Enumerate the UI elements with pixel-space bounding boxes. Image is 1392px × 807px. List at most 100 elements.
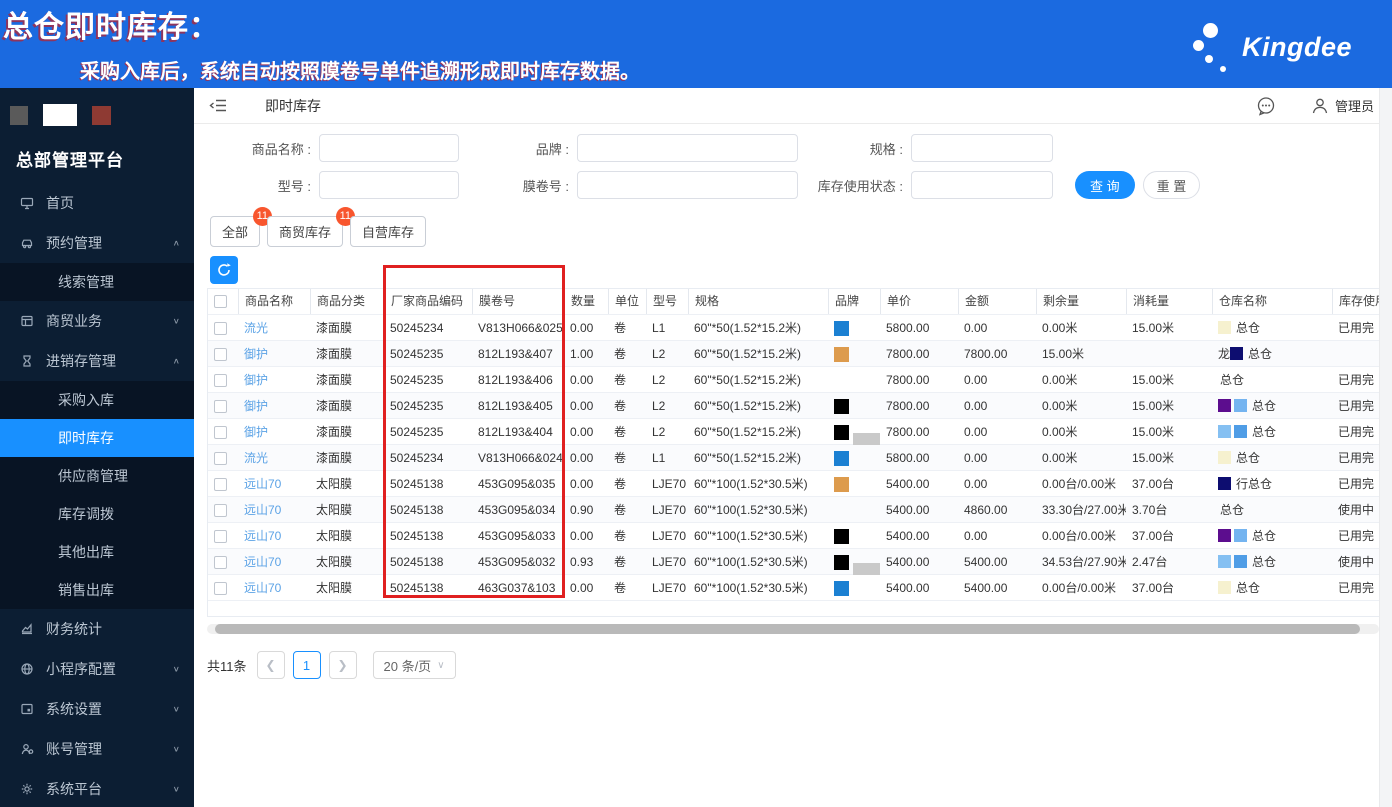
select-all-checkbox[interactable]: [214, 295, 227, 309]
tab-自营库存[interactable]: 自营库存: [350, 216, 427, 247]
current-page-button[interactable]: 1: [292, 651, 321, 679]
sidebar-logo: [0, 88, 194, 136]
table-row: 御护 漆面膜 50245235 812L193&404 0.00 卷 L2 60"*50(1.…: [208, 418, 1379, 445]
sidebar-item-供应商管理[interactable]: 供应商管理: [0, 457, 194, 495]
sidebar-item-财务统计[interactable]: 财务统计: [0, 609, 194, 649]
product-name-input[interactable]: [319, 134, 459, 162]
cell-brand: [828, 445, 880, 471]
next-page-button[interactable]: ❯: [328, 651, 357, 679]
cell-category: 漆面膜: [316, 346, 353, 361]
toolbar: 即时库存 管理员: [194, 88, 1392, 124]
cell-stock-status: 已用完: [1338, 424, 1375, 439]
cell-unit: 卷: [614, 424, 627, 439]
sidebar-item-预约管理[interactable]: 预约管理 ∧: [0, 223, 194, 263]
cell-consumed: 15.00米: [1132, 320, 1175, 335]
sidebar-item-进销存管理[interactable]: 进销存管理 ∧: [0, 341, 194, 381]
cell-spec: 60"*100(1.52*30.5米): [694, 476, 808, 491]
cell-brand: [828, 471, 880, 497]
cell-model: L2: [652, 346, 666, 361]
vertical-scrollbar[interactable]: [1379, 88, 1392, 807]
product-name-link[interactable]: 流光: [244, 321, 268, 335]
cell-warehouse: 总仓: [1212, 393, 1332, 419]
stock-status-input[interactable]: [911, 171, 1053, 199]
product-name-link[interactable]: 远山70: [244, 555, 281, 569]
sidebar-item-label: 采购入库: [58, 392, 114, 408]
query-button[interactable]: 查 询: [1075, 171, 1135, 199]
refresh-button[interactable]: [210, 256, 238, 284]
row-checkbox[interactable]: [214, 451, 227, 465]
sidebar-item-即时库存[interactable]: 即时库存: [0, 419, 194, 457]
product-name-link[interactable]: 远山70: [244, 503, 281, 517]
menu-fold-icon[interactable]: [209, 98, 229, 114]
cell-remaining: 0.00米: [1042, 320, 1078, 335]
sidebar-item-系统设置[interactable]: 系统设置 ∨: [0, 689, 194, 729]
row-checkbox[interactable]: [214, 581, 227, 595]
message-icon[interactable]: [1255, 95, 1277, 117]
sidebar-item-label: 供应商管理: [58, 468, 128, 484]
product-name-link[interactable]: 御护: [244, 425, 268, 439]
prev-page-button[interactable]: ❮: [256, 651, 285, 679]
desktop-icon: [20, 195, 36, 211]
cell-consumed: 3.70台: [1132, 502, 1168, 517]
row-checkbox[interactable]: [214, 425, 227, 439]
row-checkbox[interactable]: [214, 477, 227, 491]
row-checkbox[interactable]: [214, 373, 227, 387]
cell-qty: 0.00: [570, 528, 594, 543]
cell-factory-code: 50245138: [390, 528, 444, 543]
cell-roll-no: 812L193&407: [478, 346, 553, 361]
sidebar-item-首页[interactable]: 首页: [0, 183, 194, 223]
row-checkbox[interactable]: [214, 503, 227, 517]
cell-brand: [828, 315, 880, 341]
table-row: 远山70 太阳膜 50245138 453G095&034 0.90 卷 LJE70 60"*…: [208, 496, 1379, 522]
spec-input[interactable]: [911, 134, 1053, 162]
reset-button[interactable]: 重 置: [1142, 171, 1201, 199]
column-header: 单价: [880, 289, 958, 314]
tab-全部[interactable]: 全部 11: [210, 207, 273, 247]
column-header: 库存使用状态: [1332, 289, 1379, 314]
kingdee-wordmark: Kingdee: [1241, 31, 1352, 62]
inventory-table: 商品名称 商品分类 厂家商品编码 膜卷号 数量 单位 型号 规格 品牌 单价 金额 剩余量 消耗量 仓库名…: [207, 288, 1379, 617]
product-name-link[interactable]: 远山70: [244, 477, 281, 491]
sidebar-item-账号管理[interactable]: 账号管理 ∨: [0, 729, 194, 769]
roll-no-input[interactable]: [577, 171, 798, 199]
horizontal-scrollbar-thumb[interactable]: [215, 624, 1360, 634]
sidebar-item-库存调拨[interactable]: 库存调拨: [0, 495, 194, 533]
row-checkbox[interactable]: [214, 529, 227, 543]
cell-roll-no: 453G095&033: [478, 528, 556, 543]
tab-商贸库存[interactable]: 商贸库存 11: [267, 207, 356, 247]
sidebar-item-销售出库[interactable]: 销售出库: [0, 571, 194, 609]
cell-model: LJE70: [652, 554, 687, 569]
logo-square-gray: [10, 105, 28, 125]
row-checkbox[interactable]: [214, 347, 227, 361]
sidebar-item-小程序配置[interactable]: 小程序配置 ∨: [0, 649, 194, 689]
brand-input[interactable]: [577, 134, 798, 162]
shop-icon: [20, 313, 36, 329]
cell-category: 太阳膜: [316, 554, 353, 569]
cell-amount: 7800.00: [964, 346, 1008, 361]
row-checkbox[interactable]: [214, 321, 227, 335]
table-row: 流光 漆面膜 50245234 V813H066&024 0.00 卷 L1 60"*50(1…: [208, 444, 1379, 470]
sidebar-item-label: 库存调拨: [58, 506, 114, 522]
product-name-link[interactable]: 远山70: [244, 529, 281, 543]
row-checkbox[interactable]: [214, 399, 227, 413]
product-name-link[interactable]: 流光: [244, 451, 268, 465]
cell-amount: 0.00: [964, 424, 988, 439]
product-name-link[interactable]: 御护: [244, 399, 268, 413]
page-size-select[interactable]: 20 条/页 ∨: [372, 651, 456, 679]
row-checkbox[interactable]: [214, 555, 227, 569]
sidebar-item-采购入库[interactable]: 采购入库: [0, 381, 194, 419]
sidebar-item-线索管理[interactable]: 线索管理: [0, 263, 194, 301]
cell-warehouse: 龙总仓: [1218, 346, 1273, 361]
product-name-link[interactable]: 御护: [244, 347, 268, 361]
sidebar-item-商贸业务[interactable]: 商贸业务 ∨: [0, 301, 194, 341]
product-name-link[interactable]: 远山70: [244, 581, 281, 595]
cell-factory-code: 50245235: [390, 398, 444, 413]
sidebar-item-其他出库[interactable]: 其他出库: [0, 533, 194, 571]
product-name-link[interactable]: 御护: [244, 373, 268, 387]
cell-factory-code: 50245138: [390, 502, 444, 517]
sidebar-item-系统平台[interactable]: 系统平台 ∨: [0, 769, 194, 807]
cell-amount: 0.00: [964, 398, 988, 413]
sidebar-item-label: 其他出库: [58, 544, 114, 560]
model-input[interactable]: [319, 171, 459, 199]
user-menu[interactable]: 管理员: [1311, 96, 1374, 115]
